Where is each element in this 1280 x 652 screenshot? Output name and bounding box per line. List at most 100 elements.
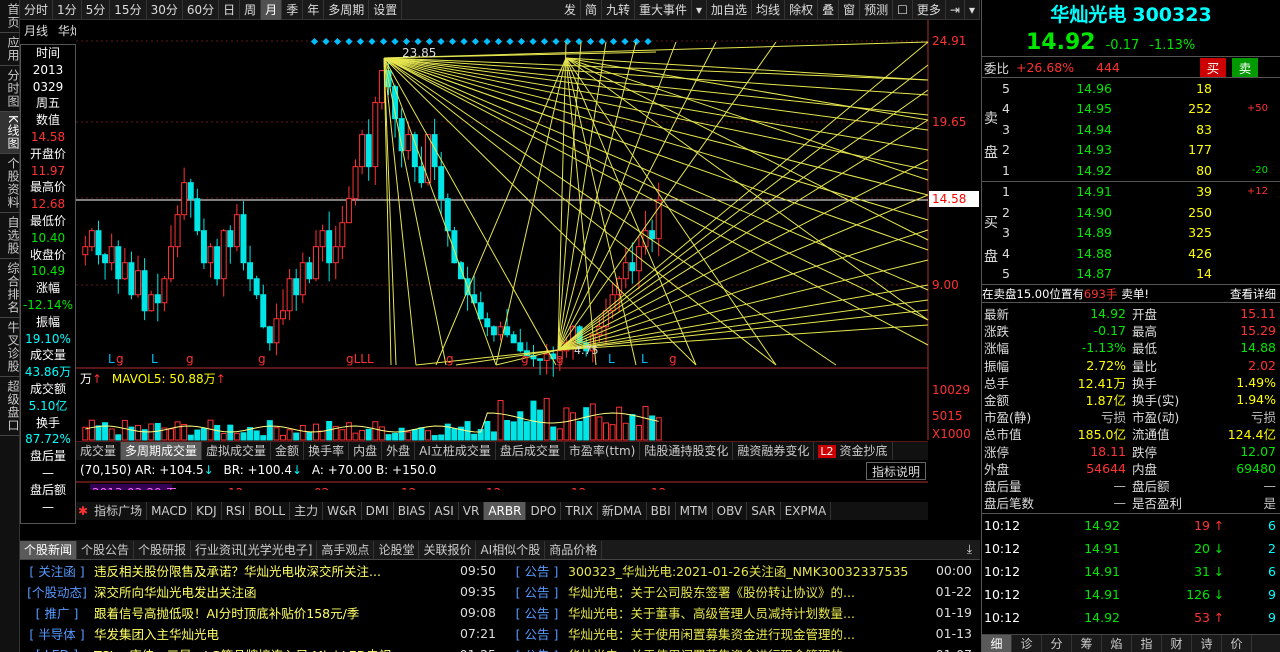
sidebar-item-1[interactable]: 应用 (0, 33, 20, 66)
order-level[interactable]: 2 14.90 250 (982, 202, 1280, 223)
sidebar-item-8[interactable]: 超级盘口 (0, 377, 20, 436)
sidebar-item-6[interactable]: 综合排名 (0, 259, 20, 318)
volume-tab-2[interactable]: 虚拟成交量 (202, 442, 272, 460)
toolbar-action-13[interactable]: ⇥ (946, 0, 965, 20)
indicator-tab-19[interactable]: EXPMA (781, 502, 832, 520)
toolbar-action-5[interactable]: 加自选 (707, 0, 753, 20)
sidebar-item-5[interactable]: 自选股 (0, 213, 20, 259)
bottom-tab-8[interactable]: 价 (1222, 635, 1252, 652)
toolbar-action-6[interactable]: 均线 (752, 0, 786, 20)
period-tab-9[interactable]: 季 (282, 0, 304, 20)
bottom-tab-6[interactable]: 财 (1162, 635, 1192, 652)
indicator-tab-16[interactable]: MTM (676, 502, 713, 520)
bottom-tab-3[interactable]: 筹 (1072, 635, 1102, 652)
period-tab-4[interactable]: 30分 (147, 0, 183, 20)
indicator-help-button[interactable]: 指标说明 (866, 462, 926, 480)
volume-tab-0[interactable]: 成交量 (76, 442, 122, 460)
sidebar-item-7[interactable]: 牛叉诊股 (0, 318, 20, 377)
indicator-tab-15[interactable]: BBI (647, 502, 676, 520)
indicator-tab-18[interactable]: SAR (747, 502, 781, 520)
bottom-tab-5[interactable]: 指 (1132, 635, 1162, 652)
news-item[interactable]: [ LED ]TCL、康佳、三星、LG等品牌接连入局 Mini LED电视...… (20, 644, 500, 652)
toolbar-action-4[interactable]: ▾ (692, 0, 708, 20)
news-item[interactable]: [ 推广 ] 跟着信号高抛低吸！AI分时顶底补贴价158元/季 09:08 (20, 602, 500, 623)
news-tab-5[interactable]: 论股堂 (374, 540, 420, 559)
bottom-tab-4[interactable]: 焰 (1102, 635, 1132, 652)
volume-tab-5[interactable]: 内盘 (349, 442, 383, 460)
toolbar-action-3[interactable]: 重大事件 (635, 0, 692, 20)
order-level[interactable]: 3 14.89 325 (982, 223, 1280, 244)
volume-tab-3[interactable]: 金额 (271, 442, 305, 460)
news-tab-0[interactable]: 个股新闻 (20, 540, 78, 559)
bottom-tab-0[interactable]: 细 (982, 635, 1012, 652)
news-item[interactable]: [ 公告 ] 华灿光电：关于使用闲置募集资金进行现金管理的... 01-13 (506, 623, 976, 644)
period-tab-2[interactable]: 5分 (82, 0, 111, 20)
volume-tab-10[interactable]: 陆股通持股变化 (640, 442, 734, 460)
period-tab-1[interactable]: 1分 (53, 0, 82, 20)
indicator-tab-0[interactable]: 指标广场 (90, 502, 148, 520)
toolbar-action-12[interactable]: 更多 (913, 0, 946, 20)
bottom-tab-2[interactable]: 分 (1042, 635, 1072, 652)
indicator-tab-2[interactable]: KDJ (192, 502, 222, 520)
news-item[interactable]: [ 公告 ]华灿光电：关于使用闲置募集资金进行现金管理的...01-07 (506, 644, 976, 652)
period-tab-0[interactable]: 分时 (20, 0, 54, 20)
indicator-tab-3[interactable]: RSI (222, 502, 251, 520)
toolbar-action-14[interactable]: ▾ (965, 0, 980, 20)
indicator-tab-10[interactable]: VR (459, 502, 485, 520)
news-tab-8[interactable]: 商品价格 (545, 540, 603, 559)
sidebar-item-0[interactable]: 首页 (0, 0, 20, 33)
volume-tab-8[interactable]: 盘后成交量 (496, 442, 565, 460)
bottom-tab-7[interactable]: 诗 (1192, 635, 1222, 652)
buy-button[interactable]: 买 (1200, 57, 1226, 77)
volume-tab-11[interactable]: 融资融券变化 (733, 442, 815, 460)
order-level[interactable]: 4 14.95 252 +50 (982, 99, 1280, 120)
download-icon[interactable]: ⤓ (959, 542, 980, 557)
toolbar-action-7[interactable]: 除权 (785, 0, 819, 20)
news-item[interactable]: [ 关注函 ] 违反相关股份限售及承诺？华灿光电收深交所关注... 09:50 (20, 560, 500, 581)
volume-tab-6[interactable]: 外盘 (382, 442, 416, 460)
order-level[interactable]: 4 14.88 426 (982, 243, 1280, 264)
order-level[interactable]: 3 14.94 83 (982, 119, 1280, 140)
toolbar-action-1[interactable]: 简 (581, 0, 602, 20)
volume-tab-12[interactable]: 资金抄底 (836, 442, 893, 460)
news-tab-4[interactable]: 高手观点 (317, 540, 375, 559)
period-tab-12[interactable]: 设置 (369, 0, 403, 20)
indicator-tab-14[interactable]: 新DMA (598, 502, 647, 520)
news-item[interactable]: [个股动态] 深交所向华灿光电发出关注函 09:35 (20, 581, 500, 602)
sell-button[interactable]: 卖 (1232, 57, 1258, 77)
view-detail-link[interactable]: 查看详细 (1230, 286, 1280, 302)
toolbar-action-0[interactable]: 发 (560, 0, 581, 20)
toolbar-action-11[interactable]: ☐ (893, 0, 913, 20)
bottom-tab-1[interactable]: 诊 (1012, 635, 1042, 652)
indicator-tab-4[interactable]: BOLL (250, 502, 291, 520)
news-tab-1[interactable]: 个股公告 (77, 540, 135, 559)
indicator-tab-17[interactable]: OBV (713, 502, 748, 520)
toolbar-action-2[interactable]: 九转 (602, 0, 635, 20)
indicator-tab-9[interactable]: ASI (430, 502, 459, 520)
indicator-tab-11[interactable]: ARBR (484, 502, 527, 520)
news-tab-3[interactable]: 行业资讯[光学光电子] (191, 540, 318, 559)
indicator-tab-12[interactable]: DPO (526, 502, 562, 520)
period-tab-7[interactable]: 周 (240, 0, 262, 20)
volume-tab-9[interactable]: 市盈率(ttm) (565, 442, 641, 460)
order-level[interactable]: 1 14.92 80 -20 (982, 160, 1280, 181)
toolbar-action-10[interactable]: 预测 (860, 0, 894, 20)
indicator-tab-6[interactable]: W&R (323, 502, 362, 520)
volume-tab-7[interactable]: AI立桩成交量 (415, 442, 496, 460)
volume-tab-4[interactable]: 换手率 (304, 442, 350, 460)
sidebar-item-2[interactable]: 分时图 (0, 66, 20, 112)
toolbar-action-9[interactable]: 窗 (839, 0, 861, 20)
indicator-tab-8[interactable]: BIAS (394, 502, 431, 520)
order-level[interactable]: 5 14.87 14 (982, 264, 1280, 285)
period-tab-3[interactable]: 15分 (110, 0, 147, 20)
news-item[interactable]: [ 公告 ] 华灿光电：关于公司股东签署《股份转让协议》的... 01-22 (506, 581, 976, 602)
order-level[interactable]: 1 14.91 39 +12 (982, 182, 1280, 203)
period-tab-6[interactable]: 日 (219, 0, 241, 20)
order-level[interactable]: 2 14.93 177 (982, 140, 1280, 161)
news-tab-7[interactable]: AI相似个股 (476, 540, 546, 559)
news-tab-2[interactable]: 个股研报 (134, 540, 192, 559)
order-level[interactable]: 5 14.96 18 (982, 78, 1280, 99)
period-tab-8[interactable]: 月 (261, 0, 283, 20)
indicator-tab-1[interactable]: MACD (147, 502, 193, 520)
volume-tab-1[interactable]: 多周期成交量 (121, 442, 203, 460)
